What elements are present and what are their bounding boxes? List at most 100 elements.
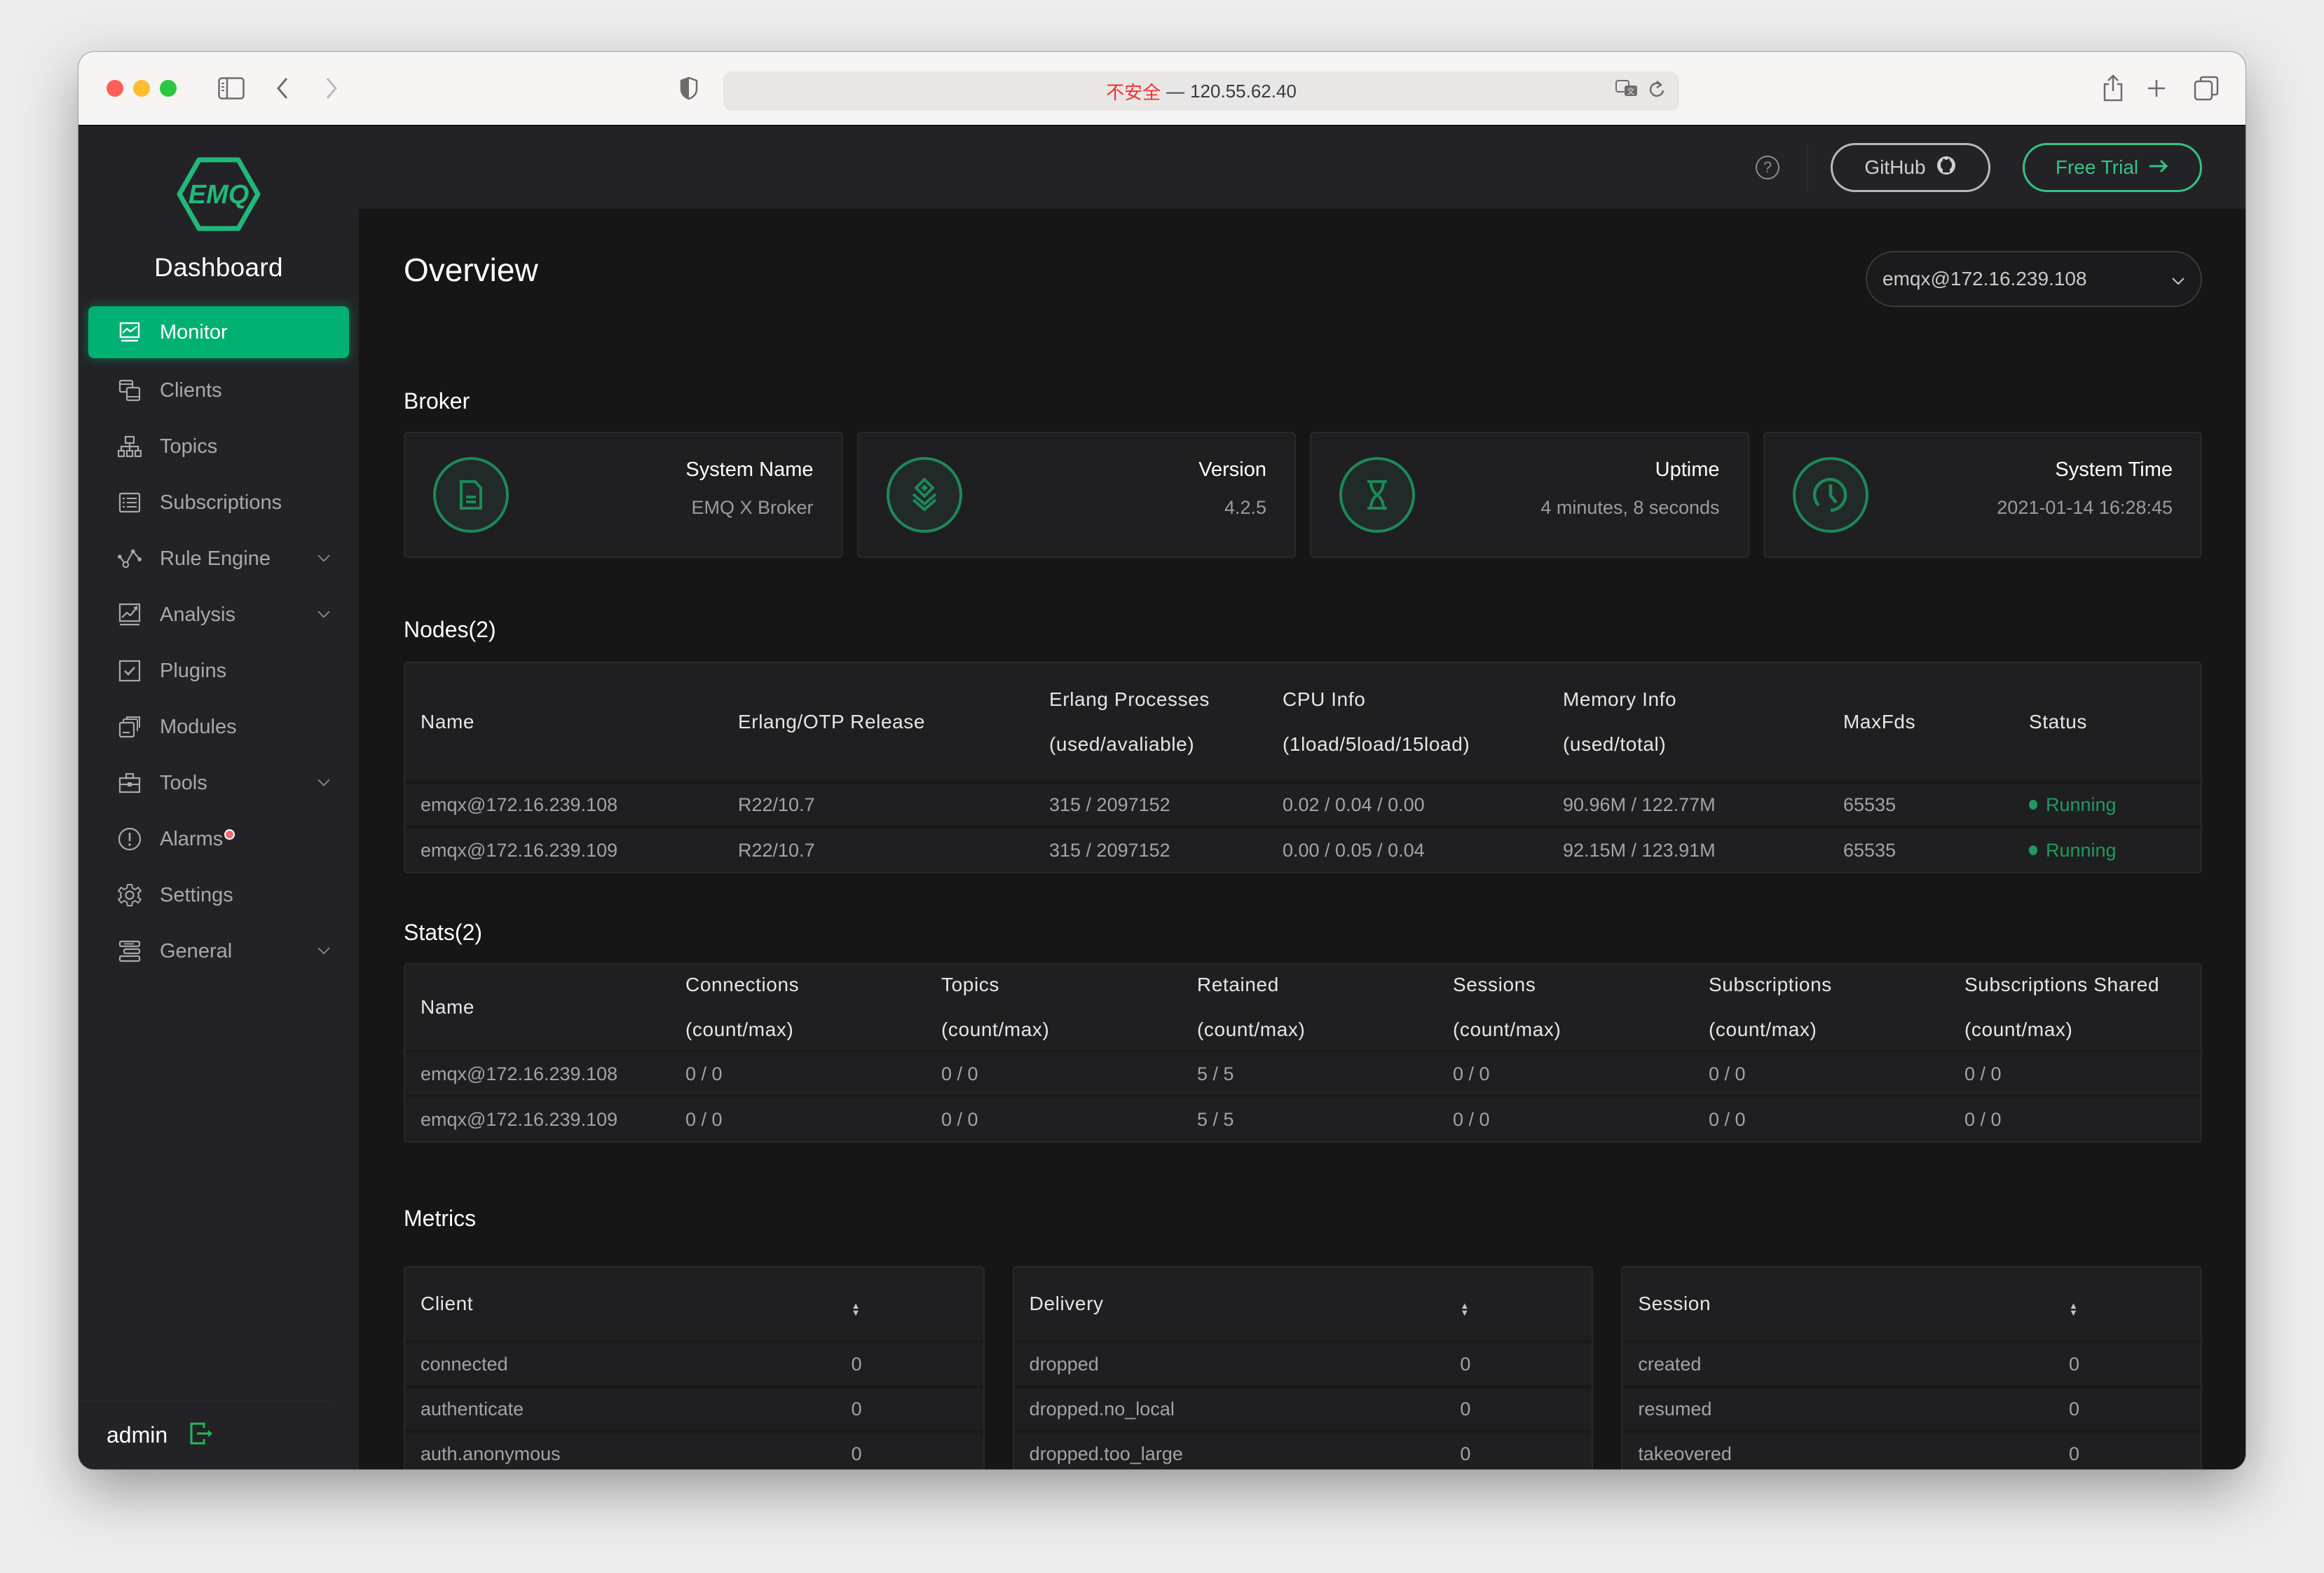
sidebar-item-rule-engine[interactable]: Rule Engine	[78, 531, 359, 587]
status-dot-icon	[2029, 800, 2037, 810]
maximize-window-button[interactable]	[160, 80, 177, 97]
memory-info: 92.15M / 123.91M	[1547, 826, 1828, 872]
col-header[interactable]: Connections (count/max)	[670, 965, 926, 1051]
sidebar-item-topics[interactable]: Topics	[78, 418, 359, 475]
col-header[interactable]: Status	[2014, 663, 2201, 782]
chevron-down-icon[interactable]	[317, 601, 331, 624]
max-fds: 65535	[1828, 781, 2014, 827]
github-button[interactable]: GitHub	[1831, 143, 1990, 192]
help-icon[interactable]: ?	[1756, 156, 1779, 179]
insecure-label: 不安全	[1106, 81, 1161, 103]
sidebar-item-monitor[interactable]: Monitor	[88, 306, 349, 358]
status-cell: Running	[2014, 826, 2201, 872]
clock-icon	[1792, 457, 1868, 533]
col-header[interactable]: CPU Info (1load/5load/15load)	[1267, 663, 1547, 782]
col-header[interactable]: Topics (count/max)	[926, 965, 1182, 1051]
sidebar-item-analysis[interactable]: Analysis	[78, 587, 359, 643]
sort-button[interactable]: ▲ ▼	[836, 1267, 983, 1342]
broker-section-title: Broker	[404, 388, 470, 414]
back-icon[interactable]	[272, 73, 293, 104]
col-header[interactable]: Subscriptions Shared (count/max)	[1949, 965, 2201, 1051]
sidebar-item-modules[interactable]: Modules	[78, 699, 359, 755]
share-icon[interactable]	[2101, 73, 2125, 104]
metric-name: created	[1622, 1340, 2054, 1387]
node-select-value: emqx@172.16.239.108	[1882, 268, 2087, 290]
node-select[interactable]: emqx@172.16.239.108	[1866, 251, 2202, 307]
minimize-window-button[interactable]	[133, 80, 150, 97]
col-header[interactable]: Name	[405, 965, 670, 1051]
metric-name: resumed	[1622, 1385, 2054, 1431]
chevron-down-icon[interactable]	[317, 769, 331, 792]
sidebar-item-label: Analysis	[160, 603, 235, 626]
max-fds: 65535	[1828, 826, 2014, 872]
reload-icon[interactable]	[1648, 79, 1665, 104]
sidebar-item-settings[interactable]: Settings	[78, 867, 359, 923]
node-name: emqx@172.16.239.109	[405, 826, 723, 872]
free-trial-button[interactable]: Free Trial	[2023, 143, 2202, 192]
sidebar-item-subscriptions[interactable]: Subscriptions	[78, 475, 359, 531]
metrics-header-row: Delivery ▲ ▼	[1014, 1267, 1592, 1342]
broker-card-system-time: System Time 2021-01-14 16:28:45	[1763, 432, 2202, 558]
logout-icon[interactable]	[189, 1421, 214, 1450]
stats-section-title: Stats(2)	[404, 920, 483, 945]
status-badge: Running	[2029, 794, 2185, 816]
plugins-icon	[118, 659, 142, 683]
forward-icon[interactable]	[321, 73, 342, 104]
chevron-down-icon[interactable]	[317, 937, 331, 960]
col-header[interactable]: Retained (count/max)	[1182, 965, 1437, 1051]
col-header[interactable]: Delivery	[1014, 1267, 1445, 1342]
new-tab-icon[interactable]	[2146, 73, 2167, 104]
col-header[interactable]: Subscriptions (count/max)	[1693, 965, 1949, 1051]
emq-logo[interactable]: EMQ	[177, 157, 261, 235]
card-label: System Time	[2055, 458, 2173, 481]
dashboard-title: Dashboard	[154, 253, 283, 282]
col-header[interactable]: Session	[1622, 1267, 2053, 1342]
metrics-header-row: Session ▲ ▼	[1622, 1267, 2201, 1342]
col-header[interactable]: Sessions (count/max)	[1437, 965, 1693, 1051]
sidebar-item-plugins[interactable]: Plugins	[78, 643, 359, 699]
metric-name: dropped.too_large	[1013, 1430, 1445, 1469]
free-trial-label: Free Trial	[2055, 156, 2139, 178]
col-header[interactable]: Client	[405, 1267, 836, 1342]
card-value: 2021-01-14 16:28:45	[1997, 497, 2173, 518]
sidebar-item-alarms[interactable]: Alarms	[78, 811, 359, 867]
col-header[interactable]: Erlang/OTP Release	[723, 663, 1034, 782]
stats-header-row: Name Connections (count/max) Topics (count…	[405, 965, 2201, 1051]
chevron-down-icon[interactable]	[317, 545, 331, 568]
privacy-shield-icon[interactable]	[678, 73, 699, 104]
col-header[interactable]: Memory Info (used/total)	[1547, 663, 1828, 782]
close-window-button[interactable]	[107, 80, 123, 97]
sidebar-item-general[interactable]: General	[78, 923, 359, 979]
sort-button[interactable]: ▲ ▼	[1444, 1267, 1592, 1342]
card-text: Version 4.2.5	[1198, 458, 1266, 519]
monitor-icon	[118, 320, 142, 344]
sidebar-toggle-icon[interactable]	[216, 73, 247, 104]
metric-name: connected	[405, 1340, 836, 1387]
card-text: System Name EMQ X Broker	[685, 458, 813, 519]
clients-icon	[118, 379, 142, 402]
translate-icon[interactable]: 文	[1615, 79, 1640, 104]
table-row: authenticate 0	[405, 1385, 983, 1431]
sidebar-item-clients[interactable]: Clients	[78, 362, 359, 418]
rule-engine-icon	[118, 547, 142, 571]
tab-overview-icon[interactable]	[2192, 73, 2220, 104]
metric-name: authenticate	[405, 1385, 836, 1431]
retained: 5 / 5	[1182, 1050, 1437, 1096]
sort-button[interactable]: ▲ ▼	[2053, 1267, 2201, 1342]
address-bar[interactable]: 不安全 — 120.55.62.40 文	[723, 72, 1679, 111]
card-value: 4.2.5	[1224, 497, 1266, 518]
col-header[interactable]: Erlang Processes (used/avaliable)	[1034, 663, 1267, 782]
sidebar-item-tools[interactable]: Tools	[78, 755, 359, 811]
connections: 0 / 0	[670, 1050, 926, 1096]
col-header[interactable]: MaxFds	[1828, 663, 2014, 782]
table-row: created 0	[1622, 1340, 2201, 1387]
metrics-client-table: Client ▲ ▼ connected 0 authenticate 0 auth.…	[404, 1266, 985, 1469]
topics: 0 / 0	[926, 1050, 1182, 1096]
col-header[interactable]: Name	[405, 663, 723, 782]
metrics-section-title: Metrics	[404, 1206, 477, 1231]
metrics-tables: Client ▲ ▼ connected 0 authenticate 0 auth.…	[404, 1266, 2203, 1469]
erlang-processes: 315 / 2097152	[1034, 826, 1267, 872]
subscriptions-icon	[118, 491, 142, 515]
card-label: Uptime	[1655, 458, 1720, 481]
nodes-header-row: Name Erlang/OTP Release Erlang Processes…	[405, 663, 2201, 782]
